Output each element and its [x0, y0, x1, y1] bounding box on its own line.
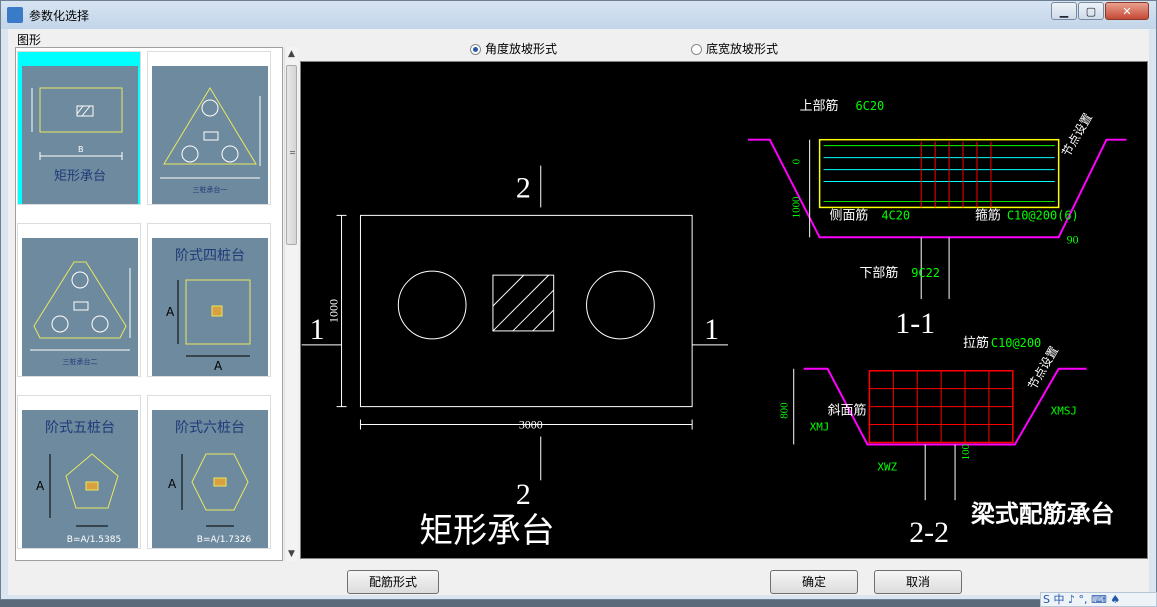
scroll-up-arrow-icon[interactable]: ▲ — [285, 47, 298, 61]
sec1-dim-height: 1000 — [791, 196, 803, 218]
cad-preview: 2 1000 3000 1 1 2 矩形承台 上部筋 6C20 0 1000 侧… — [300, 61, 1148, 559]
sec1-dim-zero: 0 — [791, 158, 803, 164]
bottom-rebar-label: 下部筋 — [859, 265, 898, 280]
sec2-dim-height: 800 — [779, 402, 791, 419]
thumbnail-image: B 矩形承台 — [22, 66, 138, 204]
sec1-angle: 90 — [1067, 232, 1079, 246]
thumbnail-image: 阶式六桩台 A B=A/1.7326 — [152, 410, 268, 548]
dim-b-label: B — [78, 145, 84, 154]
thumbnail-caption: 阶式五桩台 — [45, 419, 115, 436]
dim-a-label-bottom: A — [214, 359, 223, 373]
plan-view: 2 1000 3000 1 1 2 矩形承台 — [301, 165, 728, 550]
sec2-node-label: 节点设置 — [1025, 344, 1061, 392]
shape-list[interactable]: B 矩形承台 三桩承台一 三桩承台二 阶式四桩台 A A 阶式五桩台 A B=A… — [15, 47, 283, 561]
plan-dim-height: 1000 — [327, 299, 341, 323]
ok-button[interactable]: 确定 — [770, 570, 858, 594]
stirrup-value: C10@200(6) — [1007, 208, 1079, 222]
thumbnail-image: 阶式四桩台 A A — [152, 238, 268, 376]
section-2-2: 拉筋 C10@200 800 斜面筋 XMJ XMSJ XWZ 100 节点设置… — [779, 335, 1115, 549]
bottom-rebar-value: 9C22 — [911, 266, 940, 280]
top-rebar-label: 上部筋 — [800, 98, 839, 113]
radio-base-width-label: 底宽放坡形式 — [706, 42, 779, 56]
section-mark-top: 2 — [516, 171, 531, 204]
dialog-client: 图形 B 矩形承台 三桩承台一 三桩承台二 阶式四桩台 A A 阶式五桩台 A … — [8, 29, 1149, 595]
thumbnail-three-pile-2[interactable]: 三桩承台二 — [17, 223, 141, 377]
sec1-node-label: 节点设置 — [1059, 111, 1095, 159]
sec2-caption: 梁式配筋承台 — [970, 500, 1114, 528]
radio-base-width-slope[interactable]: 底宽放坡形式 — [691, 40, 778, 57]
thumbnail-caption: 阶式六桩台 — [175, 419, 245, 436]
app-icon — [7, 7, 23, 23]
plan-dim-width: 3000 — [519, 418, 543, 432]
plan-caption: 矩形承台 — [419, 512, 554, 550]
thumbnail-image: 三桩承台二 — [22, 238, 138, 376]
thumbnail-stepped-six-pile[interactable]: 阶式六桩台 A B=A/1.7326 — [147, 395, 271, 549]
thumbnail-caption: 矩形承台 — [54, 169, 106, 184]
slope-option-bar: 角度放坡形式 底宽放坡形式 — [300, 35, 1145, 59]
tie-label: 拉筋 — [963, 335, 989, 350]
section-mark-bottom: 2 — [516, 478, 531, 511]
title-bar[interactable]: 参数化选择 ▁ ▢ ✕ — [1, 1, 1156, 29]
thumbnail-stepped-five-pile[interactable]: 阶式五桩台 A B=A/1.5385 — [17, 395, 141, 549]
xmsj-label: XMSJ — [1051, 405, 1077, 418]
desktop-strip — [0, 600, 1157, 607]
thumbnail-stepped-four-pile[interactable]: 阶式四桩台 A A — [147, 223, 271, 377]
dialog-window: 参数化选择 ▁ ▢ ✕ 图形 B 矩形承台 三桩承台一 三桩承台二 阶式四桩台 … — [0, 0, 1157, 600]
stirrup-label: 箍筋 — [975, 207, 1001, 222]
cancel-button[interactable]: 取消 — [874, 570, 962, 594]
close-button[interactable]: ✕ — [1105, 2, 1149, 20]
sec2-title: 2-2 — [909, 516, 949, 549]
formula-label: B=A/1.5385 — [67, 535, 121, 545]
radio-unchecked-icon[interactable] — [691, 44, 702, 55]
window-title: 参数化选择 — [29, 9, 90, 23]
side-rebar-label: 侧面筋 — [830, 207, 869, 222]
thumbnail-caption: 三桩承台二 — [63, 357, 98, 366]
thumbnail-caption: 阶式四桩台 — [175, 247, 245, 264]
dim-a-label: A — [166, 305, 175, 319]
shape-group-label: 图形 — [17, 33, 42, 47]
grip-icon — [290, 151, 295, 154]
sec1-title: 1-1 — [895, 307, 935, 340]
section-1-1: 上部筋 6C20 0 1000 侧面筋 4C20 箍筋 C10@200(6) 9… — [747, 98, 1127, 340]
dim-a-label: A — [168, 477, 177, 491]
thumbnail-rect-cap[interactable]: B 矩形承台 — [17, 51, 141, 205]
dim-a-label: A — [36, 479, 45, 493]
scrollbar-thumb[interactable] — [286, 65, 297, 245]
radio-checked-icon[interactable] — [470, 44, 481, 55]
thumbnail-caption: 三桩承台一 — [193, 185, 228, 194]
xwz-label: XWZ — [877, 460, 897, 473]
thumbnail-image: 阶式五桩台 A B=A/1.5385 — [22, 410, 138, 548]
ime-toolbar[interactable]: S 中 ♪ °, ⌨ ♠ — [1040, 592, 1157, 607]
radio-angle-label: 角度放坡形式 — [485, 42, 558, 56]
thumbnail-image: 三桩承台一 — [152, 66, 268, 204]
xmj-label: XMJ — [810, 421, 830, 434]
minimize-button[interactable]: ▁ — [1051, 2, 1077, 20]
slope-rebar-label: 斜面筋 — [828, 403, 867, 418]
maximize-button[interactable]: ▢ — [1078, 2, 1104, 20]
thumbnail-three-pile-1[interactable]: 三桩承台一 — [147, 51, 271, 205]
section-mark-right: 1 — [704, 313, 719, 346]
rebar-form-button[interactable]: 配筋形式 — [347, 570, 439, 594]
top-rebar-value: 6C20 — [855, 99, 884, 113]
shape-list-scrollbar[interactable]: ▲ ▼ — [284, 47, 298, 561]
tie-value: C10@200 — [991, 336, 1041, 350]
scroll-down-arrow-icon[interactable]: ▼ — [285, 547, 298, 561]
side-rebar-value: 4C20 — [881, 208, 910, 222]
section-mark-left: 1 — [310, 313, 325, 346]
sec2-dim-100: 100 — [960, 443, 972, 460]
radio-angle-slope[interactable]: 角度放坡形式 — [470, 40, 557, 57]
formula-label: B=A/1.7326 — [197, 535, 252, 545]
